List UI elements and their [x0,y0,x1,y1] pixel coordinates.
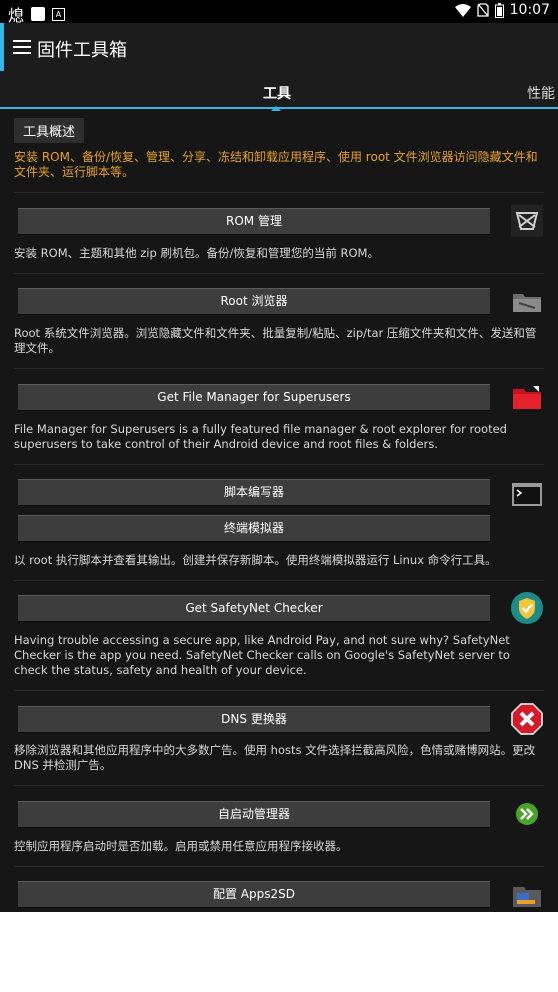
fast-forward-icon [516,803,538,825]
terminal-icon [512,483,542,506]
a-icon: A [52,7,66,21]
app-title: 固件工具箱 [37,40,127,61]
divider [14,368,544,369]
file-manager-description: File Manager for Superusers is a fully f… [14,422,507,451]
rom-icon [511,205,543,237]
script-editor-button[interactable]: 脚本编写器 [18,479,490,506]
terminal-emulator-button[interactable]: 终端模拟器 [18,515,490,542]
get-safetynet-button[interactable]: Get SafetyNet Checker [18,595,490,622]
autostart-manager-button[interactable]: 自启动管理器 [18,801,490,828]
divider [14,785,544,786]
menu-icon[interactable] [13,40,31,58]
divider [14,690,544,691]
status-right: 10:07 [454,2,550,18]
apps2sd-button[interactable]: 配置 Apps2SD [18,881,490,908]
app-toolbar: 固件工具箱 [0,23,558,71]
divider [14,580,544,581]
status-bar: 熄 A 10:07 [0,0,558,25]
overview-text: 安装 ROM、备份/恢复、管理、分享、冻结和卸载应用程序、使用 root 文件浏… [14,150,538,179]
status-time: 10:07 [509,2,550,18]
sd-folder-icon [513,887,541,907]
shield-check-icon [511,592,543,624]
no-sim-icon [476,3,489,17]
app-screen: 熄 A 10:07 固件工具箱 工具 性能 工具概述 安装 ROM、备份/恢复、… [0,0,558,912]
wifi-icon [454,3,471,17]
dns-description: 移除浏览器和其他应用程序中的大多数广告。使用 hosts 文件选择拦截高风险，色… [14,743,536,772]
battery-icon [494,2,504,18]
divider [14,464,544,465]
safetynet-description: Having trouble accessing a secure app, l… [14,633,510,677]
rom-manager-button[interactable]: ROM 管理 [18,208,490,235]
rom-description: 安装 ROM、主题和其他 zip 刷机包。备份/恢复和管理您的当前 ROM。 [14,246,379,260]
divider [14,273,544,274]
script-description: 以 root 执行脚本并查看其输出。创建并保存新脚本。使用终端模拟器运行 Lin… [14,553,497,567]
dns-changer-button[interactable]: DNS 更换器 [18,706,490,733]
overview-heading: 工具概述 [14,118,85,143]
red-folder-icon [513,386,541,409]
toolbar-accent-edge [0,23,4,71]
root-browser-button[interactable]: Root 浏览器 [18,288,490,315]
divider [14,866,544,867]
autostart-description: 控制应用程序启动时是否加载。启用或禁用任意应用程序接收器。 [14,839,348,853]
notification-icon [31,7,46,21]
folder-icon [513,294,541,312]
tab-bar: 工具 性能 [0,71,558,111]
block-icon [511,703,543,735]
tab-tools[interactable]: 工具 [263,83,291,111]
tab-performance[interactable]: 性能 [527,83,555,103]
get-file-manager-button[interactable]: Get File Manager for Superusers [18,384,490,411]
divider [14,192,544,193]
root-description: Root 系统文件浏览器。浏览隐藏文件和文件夹、批量复制/粘贴、zip/tar … [14,326,537,355]
